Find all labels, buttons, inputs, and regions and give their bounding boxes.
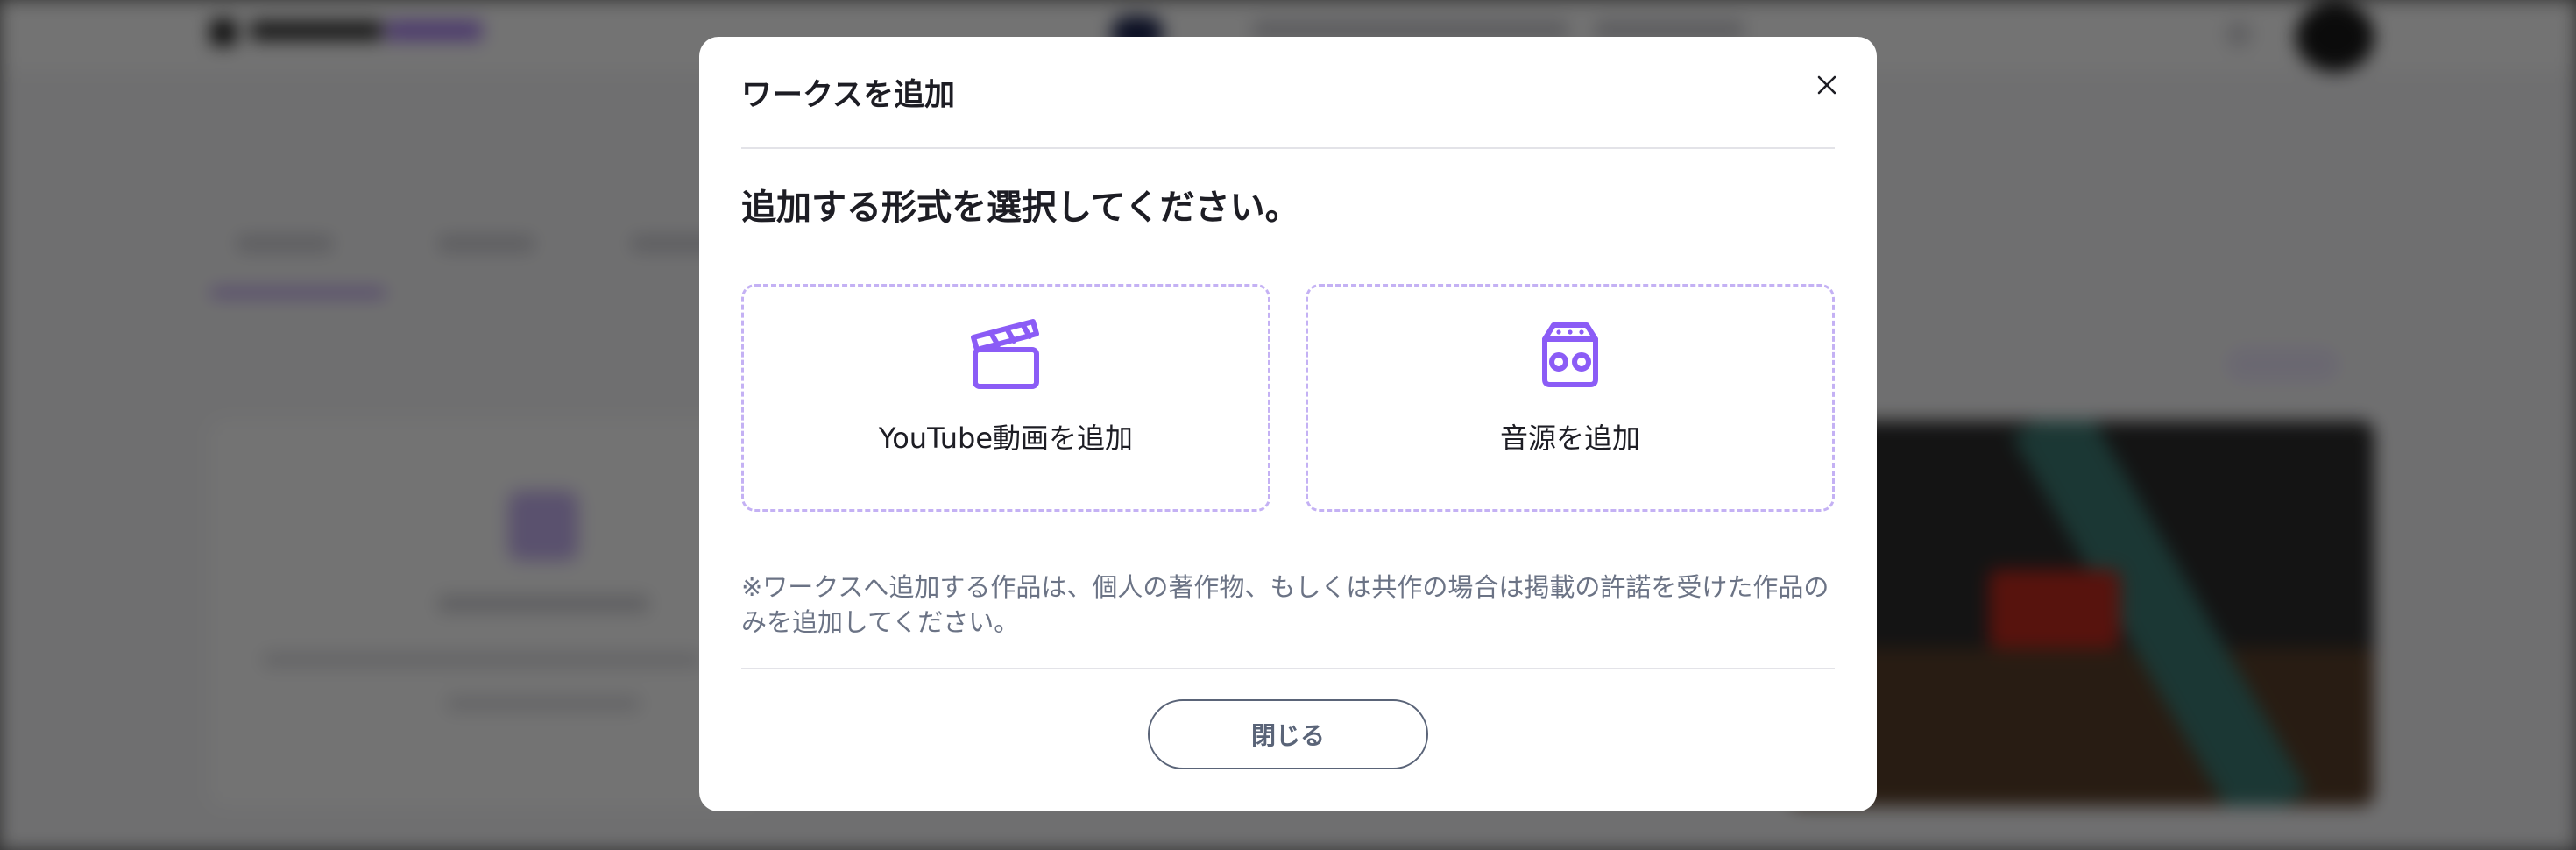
add-youtube-video-option[interactable]: YouTube動画を追加 <box>741 284 1270 512</box>
clapperboard-icon <box>971 319 1039 389</box>
works-note: ※ワークスへ追加する作品は、個人の著作物、もしくは共作の場合は掲載の許諾を受けた… <box>741 572 1829 637</box>
add-audio-label: 音源を追加 <box>1499 421 1640 455</box>
modal-close-button[interactable] <box>1803 61 1851 109</box>
radio-icon <box>1542 322 1598 387</box>
add-audio-option[interactable]: 音源を追加 <box>1306 284 1835 512</box>
close-modal-button[interactable]: 閉じる <box>1148 699 1428 769</box>
modal-question: 追加する形式を選択してください。 <box>741 188 1300 228</box>
close-icon <box>1817 75 1836 95</box>
header-divider <box>741 147 1835 149</box>
add-works-modal: ワークスを追加 追加する形式を選択してください。 YouTube動画を追加 音源… <box>699 37 1877 811</box>
add-youtube-video-label: YouTube動画を追加 <box>878 421 1134 455</box>
footer-divider <box>741 668 1835 669</box>
modal-title: ワークスを追加 <box>741 78 955 113</box>
